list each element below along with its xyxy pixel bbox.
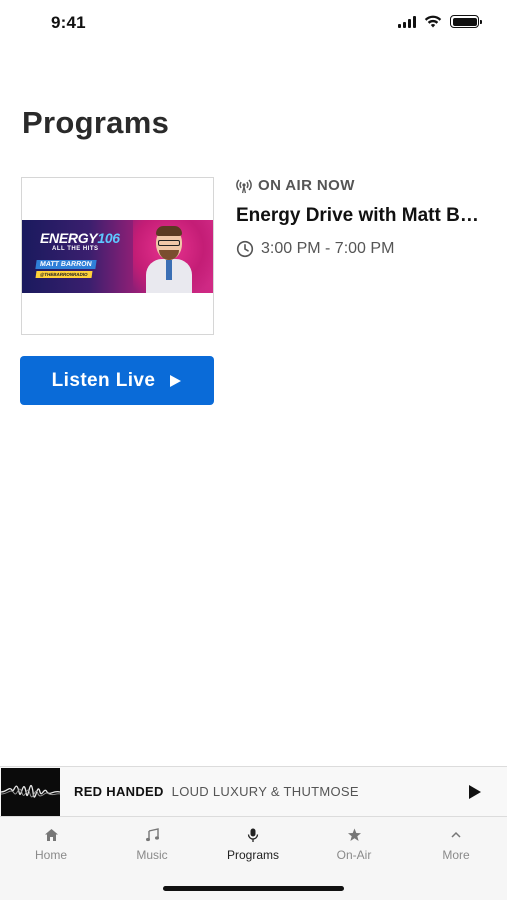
artwork-brand: ENERGY106 — [40, 230, 120, 246]
on-air-text: ON AIR NOW — [258, 177, 355, 194]
tab-label: Home — [34, 848, 67, 862]
listen-live-button[interactable]: Listen Live — [20, 356, 214, 405]
mini-player[interactable]: RED HANDED LOUD LUXURY & THUTMOSE — [0, 766, 507, 817]
music-note-icon — [145, 825, 160, 845]
program-time-range: 3:00 PM - 7:00 PM — [261, 240, 395, 257]
artwork-tagline: ALL THE HITS — [52, 246, 99, 252]
tab-music[interactable]: Music — [112, 825, 192, 862]
home-indicator — [163, 886, 344, 891]
battery-icon — [450, 15, 482, 28]
status-time: 9:41 — [51, 13, 86, 32]
broadcast-icon — [236, 178, 252, 193]
host-photo — [144, 226, 194, 293]
on-air-label: ON AIR NOW — [236, 177, 355, 194]
tab-label: On-Air — [336, 848, 372, 862]
program-name[interactable]: Energy Drive with Matt Barron — [236, 205, 486, 227]
status-bar: 9:41 — [0, 0, 507, 46]
microphone-icon — [247, 825, 259, 845]
tab-home[interactable]: Home — [11, 825, 91, 862]
now-playing-track: RED HANDED LOUD LUXURY & THUTMOSE — [74, 784, 359, 799]
program-artwork[interactable]: ENERGY106 ALL THE HITS MATT BARRON @THEB… — [21, 177, 214, 335]
tab-label: Programs — [226, 848, 279, 862]
clock-icon — [236, 240, 254, 258]
program-time: 3:00 PM - 7:00 PM — [236, 240, 394, 258]
cellular-signal-icon — [398, 15, 416, 28]
mini-player-play-button[interactable] — [467, 783, 483, 801]
wifi-icon — [424, 15, 442, 28]
tab-more[interactable]: More — [416, 825, 496, 862]
tab-programs[interactable]: Programs — [213, 825, 293, 862]
now-playing-title: RED HANDED — [74, 784, 164, 799]
status-icons — [398, 15, 482, 28]
artwork-banner: ENERGY106 ALL THE HITS MATT BARRON @THEB… — [22, 220, 213, 293]
page-title: Programs — [22, 105, 170, 140]
artwork-handle: @THEBARRONRADIO — [35, 271, 93, 278]
tab-label: Music — [136, 848, 168, 862]
artwork-host: MATT BARRON — [35, 260, 97, 269]
listen-live-label: Listen Live — [51, 369, 156, 391]
now-playing-artist: LOUD LUXURY & THUTMOSE — [171, 784, 359, 799]
tab-on-air[interactable]: On-Air — [314, 825, 394, 862]
tab-label: More — [442, 848, 470, 862]
home-icon — [44, 825, 59, 845]
play-icon — [469, 785, 481, 799]
star-icon — [347, 825, 362, 845]
now-playing-artwork — [1, 768, 60, 816]
play-icon — [170, 374, 182, 387]
chevron-up-icon — [450, 825, 462, 845]
